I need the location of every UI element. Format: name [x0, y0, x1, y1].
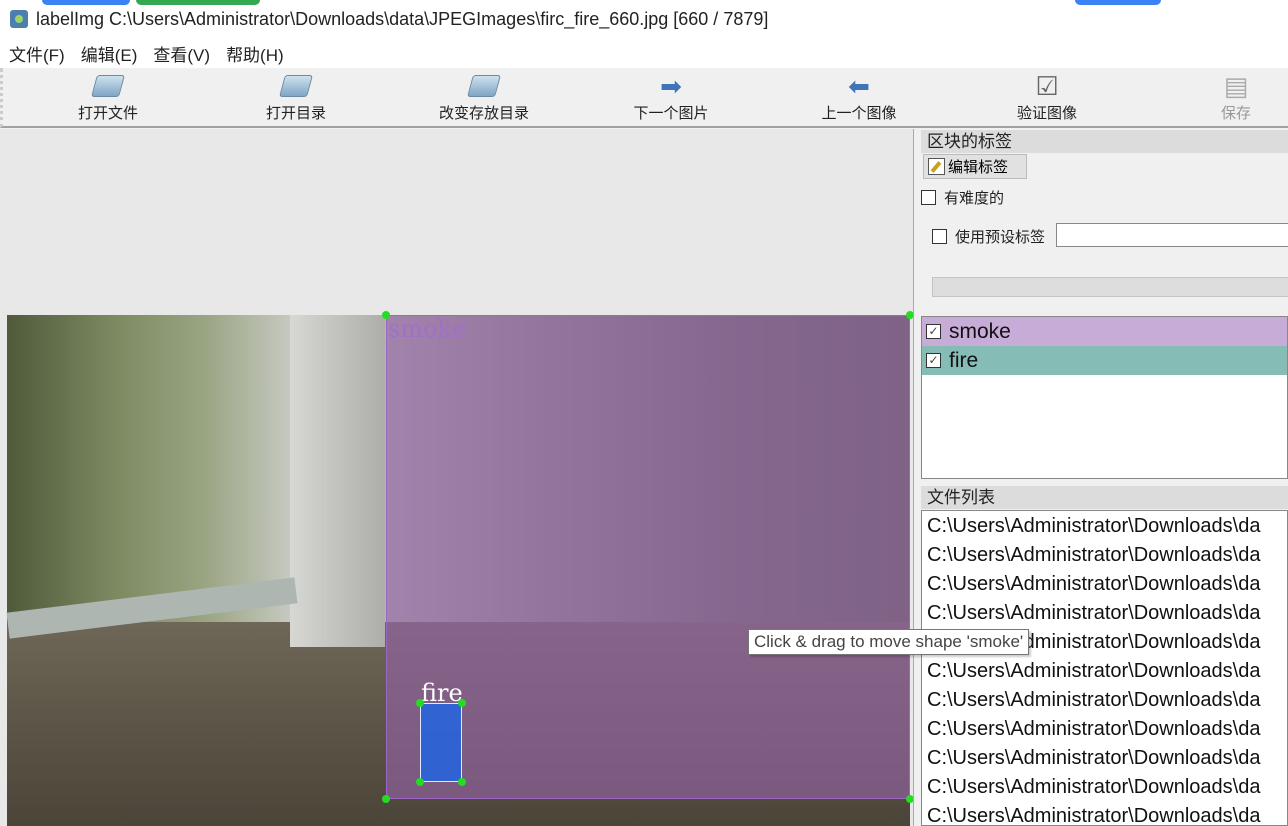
use-default-label-checkbox[interactable]: 使用预设标签	[932, 226, 1045, 247]
difficult-checkbox[interactable]: 有难度的	[921, 187, 1004, 208]
verify-image-button[interactable]: ☑ 验证图像	[987, 70, 1107, 123]
edit-label-button[interactable]: 编辑标签	[923, 154, 1027, 179]
floppy-icon: ▤	[1223, 70, 1249, 101]
folder-icon	[91, 75, 125, 97]
difficult-label: 有难度的	[944, 190, 1005, 207]
open-dir-label: 打开目录	[265, 105, 326, 122]
image-canvas[interactable]: smoke fire	[0, 129, 914, 826]
tooltip: Click & drag to move shape 'smoke'	[748, 629, 1030, 655]
vertex-handle[interactable]	[416, 778, 424, 786]
checkbox[interactable]	[932, 229, 947, 244]
verify-label: 验证图像	[1016, 105, 1077, 122]
checkbox-checked[interactable]: ✓	[926, 324, 941, 339]
files-dock-title: 文件列表	[921, 486, 1288, 509]
change-save-dir-label: 改变存放目录	[438, 105, 529, 122]
browser-tab-decoration	[1075, 0, 1161, 5]
browser-tab-decoration	[136, 0, 260, 5]
pencil-icon	[928, 158, 945, 175]
bbox-smoke[interactable]	[386, 315, 910, 799]
open-file-label: 打开文件	[77, 105, 138, 122]
folder-icon	[467, 75, 501, 97]
vertex-handle[interactable]	[458, 699, 466, 707]
prev-image-button[interactable]: ⬅ 上一个图像	[799, 70, 919, 123]
arrow-left-icon: ⬅	[848, 70, 870, 101]
bbox-fire[interactable]	[420, 703, 462, 782]
bbox-smoke-label: smoke	[388, 315, 467, 343]
label-text: fire	[949, 348, 979, 372]
vertex-handle[interactable]	[416, 699, 424, 707]
arrow-right-icon: ➡	[660, 70, 682, 101]
browser-tab-decoration	[42, 0, 130, 5]
file-list: C:\Users\Administrator\Downloads\da C:\Us…	[921, 510, 1288, 826]
file-list-item[interactable]: C:\Users\Administrator\Downloads\da	[922, 540, 1287, 569]
next-image-button[interactable]: ➡ 下一个图片	[611, 70, 731, 123]
toolbar: 打开文件 打开目录 改变存放目录 ➡ 下一个图片 ⬅ 上一个图像 ☑ 验证图像 ▤ 保存	[0, 68, 1288, 128]
change-save-dir-button[interactable]: 改变存放目录	[424, 70, 544, 123]
file-list-item[interactable]: C:\Users\Administrator\Downloads\da	[922, 685, 1287, 714]
menu-edit[interactable]: 编辑(E)	[81, 41, 138, 66]
app-icon	[10, 10, 28, 28]
menu-bar: 文件(F) 编辑(E) 查看(V) 帮助(H)	[0, 38, 1288, 68]
file-list-item[interactable]: C:\Users\Administrator\Downloads\da	[922, 714, 1287, 743]
labels-dock-title: 区块的标签	[921, 130, 1288, 153]
title-bar: labelImg C:\Users\Administrator\Download…	[0, 0, 1288, 38]
menu-help[interactable]: 帮助(H)	[226, 41, 284, 66]
default-label-input[interactable]	[1056, 223, 1288, 247]
use-default-label-text: 使用预设标签	[955, 229, 1046, 246]
file-list-item[interactable]: C:\Users\Administrator\Downloads\da	[922, 511, 1287, 540]
prev-image-label: 上一个图像	[821, 105, 897, 122]
vertex-handle[interactable]	[458, 778, 466, 786]
save-button[interactable]: ▤ 保存	[1176, 70, 1288, 123]
checkbox-icon: ☑	[1035, 70, 1059, 101]
save-label: 保存	[1220, 105, 1251, 122]
file-list-item[interactable]: C:\Users\Administrator\Downloads\da	[922, 772, 1287, 801]
menu-view[interactable]: 查看(V)	[153, 41, 210, 66]
next-image-label: 下一个图片	[633, 105, 709, 122]
bbox-fire-label: fire	[421, 679, 463, 707]
file-list-item[interactable]: C:\Users\Administrator\Downloads\da	[922, 569, 1287, 598]
vertex-handle[interactable]	[906, 311, 913, 319]
edit-label-text: 编辑标签	[948, 159, 1009, 176]
progress-bar	[932, 277, 1288, 297]
folder-icon	[279, 75, 313, 97]
label-text: smoke	[949, 319, 1011, 343]
vertex-handle[interactable]	[382, 795, 390, 803]
vertex-handle[interactable]	[906, 795, 913, 803]
file-list-item[interactable]: C:\Users\Administrator\Downloads\da	[922, 598, 1287, 627]
menu-file[interactable]: 文件(F)	[9, 41, 65, 66]
open-file-button[interactable]: 打开文件	[48, 70, 168, 123]
file-list-item[interactable]: C:\Users\Administrator\Downloads\da	[922, 656, 1287, 685]
file-list-item[interactable]: C:\Users\Administrator\Downloads\da	[922, 743, 1287, 772]
window-title: labelImg C:\Users\Administrator\Download…	[36, 8, 769, 29]
open-dir-button[interactable]: 打开目录	[236, 70, 356, 123]
label-list: ✓ smoke ✓ fire	[921, 316, 1288, 479]
file-list-item[interactable]: C:\Users\Administrator\Downloads\da	[922, 801, 1287, 825]
checkbox-checked[interactable]: ✓	[926, 353, 941, 368]
label-item-fire[interactable]: ✓ fire	[922, 346, 1287, 375]
vertex-handle[interactable]	[382, 311, 390, 319]
label-item-smoke[interactable]: ✓ smoke	[922, 317, 1287, 346]
checkbox[interactable]	[921, 190, 936, 205]
